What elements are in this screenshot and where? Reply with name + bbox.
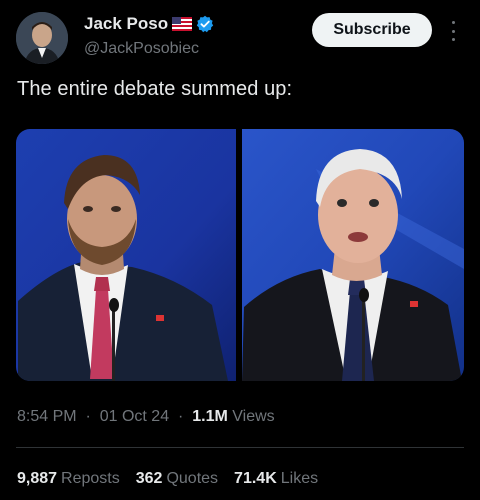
tweet-meta: 8:54 PM · 01 Oct 24 · 1.1M Views — [17, 408, 275, 426]
display-name[interactable]: Jack Poso — [84, 14, 168, 34]
tweet-date[interactable]: 01 Oct 24 — [100, 408, 169, 425]
subscribe-button[interactable]: Subscribe — [312, 13, 432, 47]
reposts-count: 9,887 — [17, 470, 58, 487]
tweet-header: Jack Poso @JackPosobiec Subscribe — [0, 0, 480, 70]
author-info: Jack Poso @JackPosobiec — [84, 14, 214, 58]
reposts-label: Reposts — [61, 470, 120, 487]
more-options-icon[interactable] — [446, 18, 460, 44]
left-speaker-image — [16, 129, 236, 381]
us-flag-icon — [172, 17, 193, 31]
avatar[interactable] — [16, 12, 68, 64]
verified-badge-icon[interactable] — [196, 15, 214, 33]
quotes-count: 362 — [135, 470, 163, 487]
tweet-media[interactable] — [16, 129, 464, 381]
divider — [16, 447, 464, 448]
tweet-time[interactable]: 8:54 PM — [17, 408, 77, 425]
quotes-label: Quotes — [166, 470, 219, 487]
separator-dot: · — [81, 408, 96, 425]
views-count: 1.1M — [192, 408, 228, 425]
reposts-stat[interactable]: 9,887 Reposts — [17, 470, 120, 488]
tweet-text: The entire debate summed up: — [17, 78, 293, 100]
engagement-stats: 9,887 Reposts 362 Quotes 71.4K Likes — [17, 470, 318, 488]
quotes-stat[interactable]: 362 Quotes — [136, 470, 218, 488]
author-handle[interactable]: @JackPosobiec — [84, 40, 214, 58]
right-speaker-image — [242, 129, 464, 381]
likes-stat[interactable]: 71.4K Likes — [234, 470, 318, 488]
likes-count: 71.4K — [234, 470, 277, 487]
views-label: Views — [232, 408, 275, 425]
separator-dot: · — [173, 408, 188, 425]
likes-label: Likes — [280, 470, 319, 487]
